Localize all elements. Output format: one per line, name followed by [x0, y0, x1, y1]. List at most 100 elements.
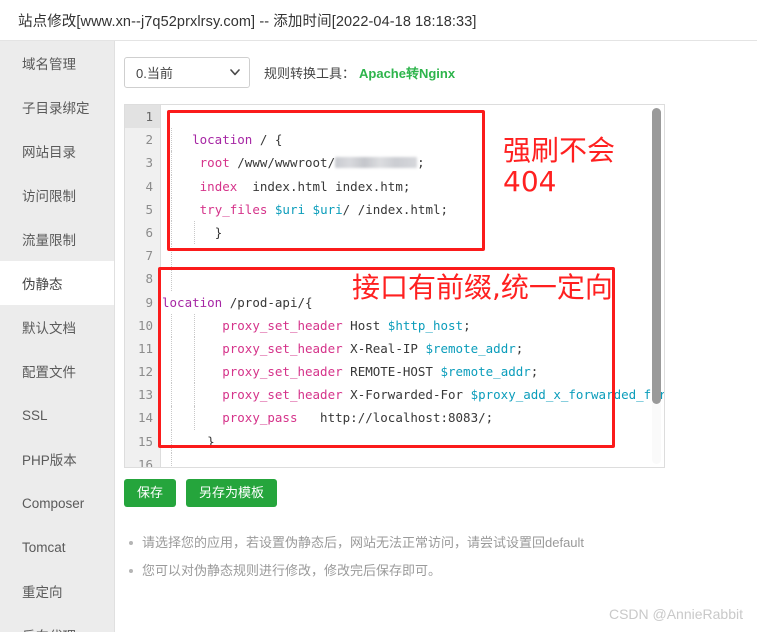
- gutter-line-number: 16: [137, 456, 153, 468]
- code-line: proxy_set_header Host $http_host;: [162, 313, 664, 337]
- scrollbar-thumb[interactable]: [652, 108, 661, 404]
- action-button-row: 保存 另存为模板: [124, 479, 278, 508]
- token-args: X-Real-IP: [342, 340, 426, 356]
- gutter-line-number: 11: [137, 340, 153, 356]
- sidebar-item-domain-management[interactable]: 域名管理: [0, 41, 114, 85]
- help-note-item: 请选择您的应用，若设置伪静态后，网站无法正常访问，请尝试设置回default: [129, 529, 684, 557]
- code-line: location / {: [162, 128, 664, 152]
- sidebar-item-php-version[interactable]: PHP版本: [0, 437, 114, 481]
- gutter-line-number: 14: [137, 410, 153, 426]
- gutter-line-number: 13: [137, 387, 153, 403]
- sidebar-item-label: 流量限制: [22, 233, 76, 248]
- editor-vertical-scrollbar[interactable]: [652, 108, 661, 464]
- sidebar-item-label: 域名管理: [22, 57, 76, 72]
- gutter-line-number: 3: [145, 155, 153, 171]
- main-content: 0.当前 规则转换工具： Apache转Nginx 1 2 3 4 5 6 7: [116, 41, 757, 632]
- sidebar-item-label: 访问限制: [22, 189, 76, 204]
- editor-code-area[interactable]: location / { root /www/wwwroot/; index i…: [162, 105, 664, 467]
- token-punct: ;: [530, 364, 539, 380]
- rule-template-select[interactable]: 0.当前: [124, 56, 250, 88]
- gutter-line-number: 9: [145, 294, 153, 310]
- gutter-line-number: 10: [137, 317, 153, 333]
- token-punct: ;: [463, 317, 471, 333]
- gutter-line-number: 7: [145, 248, 153, 264]
- token-directive: proxy_pass: [222, 410, 298, 426]
- gutter-line-number: 6: [145, 224, 153, 240]
- sidebar-item-label: 网站目录: [22, 145, 76, 160]
- save-button[interactable]: 保存: [124, 479, 177, 508]
- sidebar-item-label: 配置文件: [22, 365, 76, 380]
- gutter-line-number: 8: [145, 271, 153, 287]
- editor-gutter: 1 2 3 4 5 6 7 8 9 10 11 12 13 14 15 16: [125, 105, 161, 467]
- sidebar-item-subdirectory-binding[interactable]: 子目录绑定: [0, 85, 114, 129]
- code-line: try_files $uri $uri/ /index.html;: [162, 197, 664, 221]
- token-punct: ;: [417, 155, 425, 171]
- code-line: proxy_pass http://localhost:8083/;: [162, 406, 664, 430]
- converter-label: 规则转换工具：: [264, 65, 356, 81]
- gutter-line-number: 2: [145, 132, 153, 148]
- token-keyword: location: [192, 132, 253, 148]
- gutter-line-number: 1: [125, 105, 160, 129]
- gutter-line-number: 12: [137, 364, 153, 380]
- token-args: http://localhost:8083/;: [297, 410, 494, 426]
- sidebar-item-label: Composer: [22, 495, 85, 511]
- save-as-template-button[interactable]: 另存为模板: [186, 479, 278, 508]
- token-directive: index: [199, 178, 238, 194]
- token-variable: $uri: [274, 201, 306, 217]
- token-directive: proxy_set_header: [222, 387, 343, 403]
- sidebar-item-label: 重定向: [22, 585, 63, 600]
- token-directive: proxy_set_header: [222, 364, 343, 380]
- token-variable: $proxy_add_x_forwarded_for: [470, 387, 664, 403]
- sidebar-item-site-directory[interactable]: 网站目录: [0, 129, 114, 173]
- sidebar-item-config-file[interactable]: 配置文件: [0, 349, 114, 393]
- help-note-item: 您可以对伪静态规则进行修改，修改完后保存即可。: [129, 557, 684, 585]
- token-punct: / {: [252, 132, 283, 148]
- token-variable: $remote_addr: [440, 364, 531, 380]
- token-variable: $remote_addr: [425, 340, 516, 356]
- sidebar-item-label: 伪静态: [22, 277, 63, 292]
- help-notes-list: 请选择您的应用，若设置伪静态后，网站无法正常访问，请尝试设置回default 您…: [124, 529, 684, 585]
- gutter-line-number: 4: [145, 178, 153, 194]
- sidebar-item-ssl[interactable]: SSL: [0, 393, 114, 437]
- gutter-line-number: 5: [145, 201, 153, 217]
- sidebar-nav: 域名管理 子目录绑定 网站目录 访问限制 流量限制 伪静态 默认文档 配置文件 …: [0, 41, 115, 632]
- token-punct: /prod-api/{: [222, 294, 313, 310]
- sidebar-item-access-restriction[interactable]: 访问限制: [0, 173, 114, 217]
- sidebar-item-label: Tomcat: [22, 539, 66, 555]
- token-args: X-Forwarded-For: [342, 387, 471, 403]
- sidebar-item-label: 反向代理: [22, 625, 76, 632]
- token-keyword: location: [162, 294, 223, 310]
- sidebar-item-redirect[interactable]: 重定向: [0, 569, 114, 613]
- token-variable: $uri: [312, 201, 343, 217]
- code-line: proxy_set_header X-Real-IP $remote_addr;: [162, 336, 664, 361]
- code-line: [162, 244, 664, 268]
- token-directive: proxy_set_header: [222, 317, 343, 333]
- sidebar-item-default-document[interactable]: 默认文档: [0, 305, 114, 349]
- rewrite-toolbar: 0.当前 规则转换工具： Apache转Nginx: [124, 56, 455, 88]
- sidebar-item-label: PHP版本: [22, 453, 77, 468]
- sidebar-item-traffic-limit[interactable]: 流量限制: [0, 217, 114, 261]
- token-args: / /index.html;: [342, 201, 449, 217]
- csdn-watermark: CSDN @AnnieRabbit: [608, 606, 743, 622]
- rule-template-select-value: 0.当前: [136, 65, 173, 81]
- token-args: REMOTE-HOST: [342, 364, 441, 380]
- token-directive: root: [199, 155, 230, 171]
- window-titlebar: 站点修改[www.xn--j7q52prxlrsy.com] -- 添加时间[2…: [0, 0, 757, 41]
- token-args: Host: [342, 317, 388, 333]
- sidebar-item-rewrite[interactable]: 伪静态: [0, 261, 114, 305]
- sidebar-item-composer[interactable]: Composer: [0, 481, 114, 525]
- sidebar-item-reverse-proxy[interactable]: 反向代理: [0, 613, 114, 632]
- gutter-line-number: 15: [137, 433, 153, 449]
- sidebar-item-tomcat[interactable]: Tomcat: [0, 525, 114, 569]
- code-line: root /www/wwwroot/;: [162, 151, 664, 175]
- page-title: 站点修改[www.xn--j7q52prxlrsy.com] -- 添加时间[2…: [18, 13, 477, 30]
- rewrite-rules-editor[interactable]: 1 2 3 4 5 6 7 8 9 10 11 12 13 14 15 16 l…: [124, 104, 665, 468]
- code-line: proxy_set_header REMOTE-HOST $remote_add…: [162, 360, 664, 384]
- sidebar-item-label: SSL: [22, 407, 48, 423]
- token-punct: }: [207, 433, 215, 449]
- code-line: [162, 267, 664, 291]
- apache-to-nginx-link[interactable]: Apache转Nginx: [359, 63, 455, 82]
- token-args: index.html index.htm;: [237, 178, 411, 194]
- token-path: /www/wwwroot/: [229, 155, 336, 171]
